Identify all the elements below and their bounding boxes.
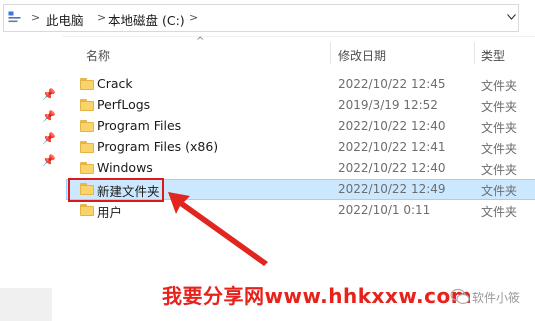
column-header-modified[interactable]: 修改日期 [338, 47, 386, 64]
breadcrumb-separator: > [189, 11, 199, 24]
item-type: 文件夹 [481, 142, 518, 156]
item-name: Crack [97, 76, 133, 91]
folder-icon [80, 78, 94, 90]
folder-icon [80, 204, 94, 216]
wechat-icon [450, 288, 470, 305]
item-name: Program Files [97, 118, 182, 133]
watermark-text: 我要分享网www.hhkxxw.com [162, 284, 473, 308]
item-type: 文件夹 [481, 121, 518, 135]
breadcrumb-separator: > [31, 11, 41, 24]
chevron-down-icon[interactable] [507, 14, 516, 20]
item-modified: 2022/10/22 12:40 [338, 119, 446, 133]
wechat-label: 软件小筱 [472, 291, 521, 305]
folder-icon [80, 141, 94, 153]
column-header-name[interactable]: 名称 [86, 47, 110, 64]
item-name: PerfLogs [97, 97, 151, 112]
list-item[interactable]: Crack 2022/10/22 12:45 文件夹 [66, 74, 535, 95]
wechat-badge: 软件小筱 [446, 286, 535, 308]
list-item[interactable]: Program Files (x86) 2022/10/22 12:41 文件夹 [66, 137, 535, 158]
address-bar: > 此电脑 > 本地磁盘 (C:) > [0, 0, 535, 37]
column-divider[interactable] [330, 42, 331, 64]
pin-icon[interactable]: 📌 [42, 88, 56, 101]
navigation-pane: 📌 📌 📌 📌 [0, 36, 62, 321]
item-modified: 2022/10/22 12:45 [338, 77, 446, 91]
item-modified: 2022/10/22 12:49 [338, 182, 446, 196]
list-item[interactable]: PerfLogs 2019/3/19 12:52 文件夹 [66, 95, 535, 116]
folder-icon [80, 162, 94, 174]
computer-path-icon [8, 11, 21, 23]
sort-ascending-icon: ^ [196, 36, 205, 47]
list-item[interactable]: 用户 2022/10/1 0:11 文件夹 [66, 200, 535, 221]
folder-icon [80, 99, 94, 111]
item-type: 文件夹 [481, 163, 518, 177]
column-divider[interactable] [474, 42, 475, 64]
breadcrumb-this-pc[interactable]: 此电脑 [46, 10, 84, 29]
item-type: 文件夹 [481, 184, 518, 198]
item-modified: 2022/10/22 12:41 [338, 140, 446, 154]
item-modified: 2022/10/22 12:40 [338, 161, 446, 175]
pin-icon[interactable]: 📌 [42, 110, 56, 123]
item-name: Program Files (x86) [97, 139, 219, 154]
breadcrumb-separator: > [97, 11, 107, 24]
item-type: 文件夹 [481, 205, 518, 219]
pin-icon[interactable]: 📌 [42, 132, 56, 145]
item-type: 文件夹 [481, 79, 518, 93]
list-item[interactable]: Program Files 2022/10/22 12:40 文件夹 [66, 116, 535, 137]
column-header-type[interactable]: 类型 [481, 47, 505, 64]
pin-icon[interactable]: 📌 [42, 154, 56, 167]
item-type: 文件夹 [481, 100, 518, 114]
nav-scroll-area [0, 288, 52, 321]
item-name: Windows [97, 160, 153, 175]
item-name: 用户 [97, 205, 123, 220]
item-modified: 2022/10/1 0:11 [338, 203, 431, 217]
list-item[interactable]: Windows 2022/10/22 12:40 文件夹 [66, 158, 535, 179]
item-modified: 2019/3/19 12:52 [338, 98, 438, 112]
annotation-highlight-box [68, 178, 164, 202]
breadcrumb-drive-c[interactable]: 本地磁盘 (C:) [108, 10, 185, 29]
folder-icon [80, 120, 94, 132]
annotation-arrow [168, 192, 268, 266]
